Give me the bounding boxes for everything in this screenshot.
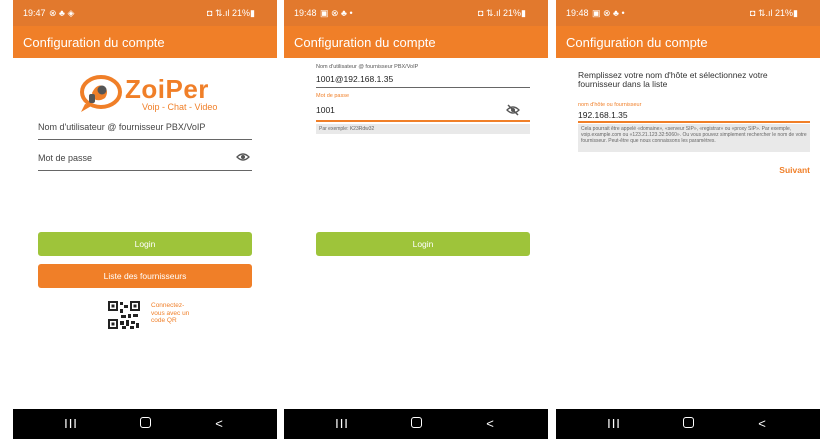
status-bar: 19:48 ▣ ⊗ ♣ • ◘ ⇅.ıl 21%▮	[556, 0, 820, 26]
host-input[interactable]: 192.168.1.35	[578, 110, 628, 120]
status-icons-right: ◘ ⇅.ıl 21%▮	[750, 8, 798, 18]
password-field[interactable]: Mot de passe	[38, 149, 252, 171]
username-input[interactable]: 1001@192.168.1.35	[316, 74, 393, 84]
android-nav-bar: III <	[284, 409, 548, 439]
status-time: 19:48	[294, 8, 317, 18]
qr-code-icon[interactable]	[108, 301, 140, 329]
status-bar: 19:48 ▣ ⊗ ♣ • ◘ ⇅.ıl 21%▮	[284, 0, 548, 26]
status-time: 19:47	[23, 8, 46, 18]
screen-login-filled: 19:48 ▣ ⊗ ♣ • ◘ ⇅.ıl 21%▮ Configuration …	[284, 0, 548, 439]
status-bar: 19:47 ⊗ ♣ ◈ ◘ ⇅.ıl 21%▮	[13, 0, 277, 26]
recents-icon[interactable]: III	[59, 415, 83, 433]
host-label: nom d'hôte ou fournisseur	[578, 102, 642, 108]
username-underline	[316, 87, 530, 88]
page-title: Configuration du compte	[566, 35, 708, 50]
page-title: Configuration du compte	[294, 35, 436, 50]
home-icon[interactable]	[133, 415, 157, 433]
login-button[interactable]: Login	[316, 232, 530, 256]
host-underline	[578, 121, 810, 123]
qr-connect-link[interactable]: Connectez-vous avec un code QR	[151, 302, 191, 325]
status-icons-left: ▣ ⊗ ♣ •	[592, 8, 625, 18]
login-button[interactable]: Login	[38, 232, 252, 256]
status-icons-right: ◘ ⇅.ıl 21%▮	[478, 8, 526, 18]
username-field[interactable]: Nom d'utilisateur @ fournisseur PBX/VoIP	[38, 118, 252, 140]
android-nav-bar: III <	[556, 409, 820, 439]
home-icon[interactable]	[676, 415, 700, 433]
recents-icon[interactable]: III	[602, 415, 626, 433]
status-icons-left: ▣ ⊗ ♣ •	[320, 8, 353, 18]
home-icon[interactable]	[404, 415, 428, 433]
back-icon[interactable]: <	[750, 415, 774, 433]
hostname-heading: Remplissez votre nom d'hôte et sélection…	[578, 70, 768, 89]
zoiper-logo-icon	[80, 75, 122, 112]
password-hint: Par exemple: K23Rdw32	[316, 124, 530, 134]
screen-hostname: 19:48 ▣ ⊗ ♣ • ◘ ⇅.ıl 21%▮ Configuration …	[556, 0, 820, 439]
logo-tagline: Voip - Chat - Video	[142, 102, 218, 112]
recents-icon[interactable]: III	[330, 415, 354, 433]
back-icon[interactable]: <	[478, 415, 502, 433]
eye-icon[interactable]	[236, 152, 250, 162]
android-nav-bar: III <	[13, 409, 277, 439]
eye-off-icon[interactable]	[506, 104, 520, 116]
zoiper-logo: ZoiPer Voip - Chat - Video	[79, 72, 229, 116]
screen-login-start: 19:47 ⊗ ♣ ◈ ◘ ⇅.ıl 21%▮ Configuration du…	[13, 0, 277, 439]
password-label: Mot de passe	[316, 93, 350, 99]
status-time: 19:48	[566, 8, 589, 18]
page-title: Configuration du compte	[23, 35, 165, 50]
password-placeholder: Mot de passe	[38, 153, 93, 163]
app-bar: Configuration du compte	[13, 26, 277, 58]
password-underline	[316, 120, 530, 122]
username-label: Nom d'utilisateur @ fournisseur PBX/VoIP	[316, 64, 419, 70]
logo-wordmark: ZoiPer	[125, 74, 209, 104]
host-help-text: Cela pourrait être appelé «domaine», «se…	[578, 124, 810, 152]
status-icons-left: ⊗ ♣ ◈	[49, 8, 75, 18]
app-bar: Configuration du compte	[556, 26, 820, 58]
status-icons-right: ◘ ⇅.ıl 21%▮	[207, 8, 255, 18]
next-button[interactable]: Suivant	[779, 165, 810, 175]
back-icon[interactable]: <	[207, 415, 231, 433]
username-placeholder: Nom d'utilisateur @ fournisseur PBX/VoIP	[38, 122, 206, 132]
providers-list-button[interactable]: Liste des fournisseurs	[38, 264, 252, 288]
password-input[interactable]: 1001	[316, 105, 335, 115]
app-bar: Configuration du compte	[284, 26, 548, 58]
